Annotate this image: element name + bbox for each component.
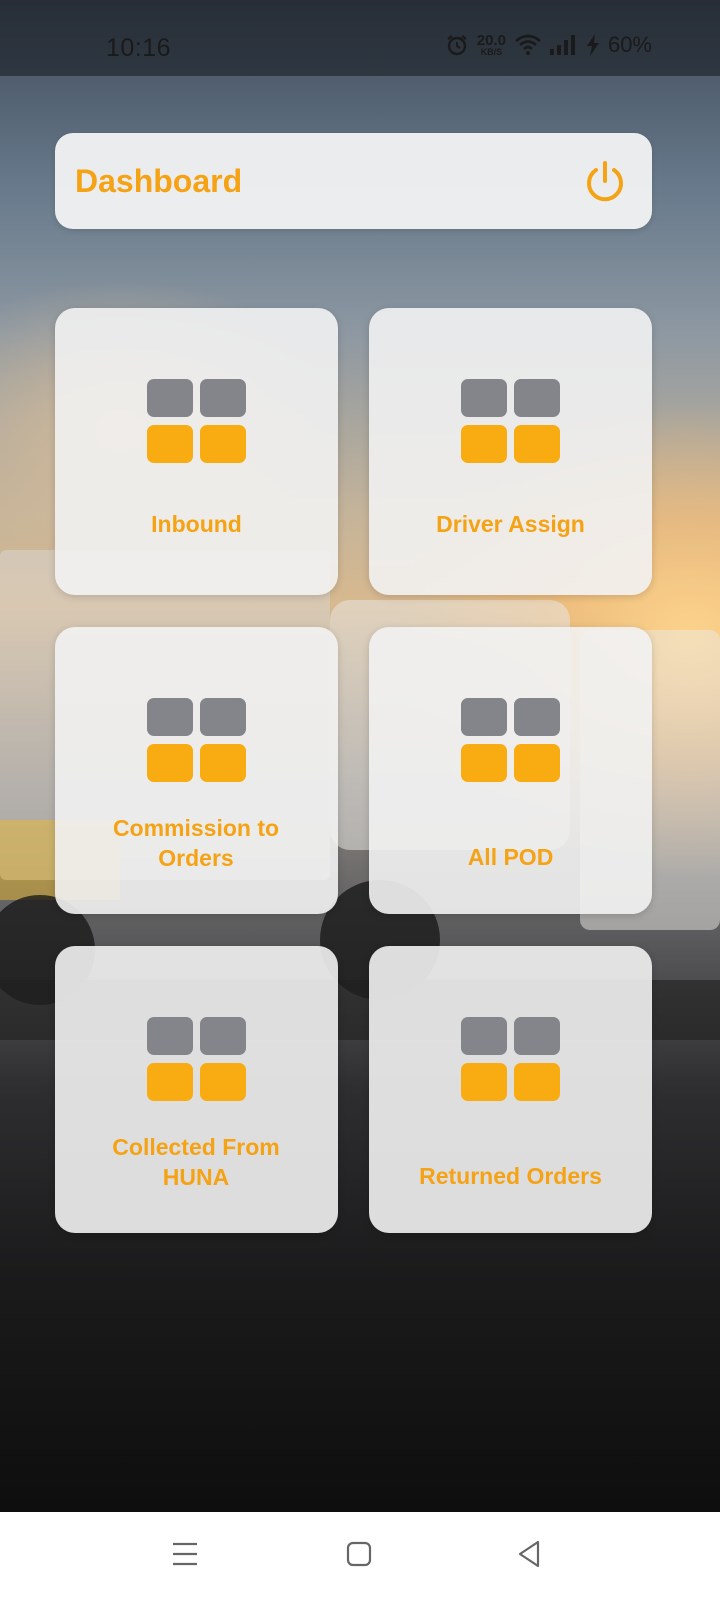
- status-time: 10:16: [106, 34, 172, 62]
- back-icon[interactable]: [510, 1534, 550, 1574]
- grid-icon: [461, 698, 561, 784]
- network-speed-value: 20.0: [476, 32, 506, 49]
- page-title: Dashboard: [75, 163, 243, 199]
- alarm-icon: [447, 35, 467, 56]
- grid-icon: [147, 379, 247, 465]
- tile-label: Inbound: [151, 511, 242, 537]
- system-nav-bar: [0, 1512, 720, 1600]
- tile-returned-orders[interactable]: Returned Orders: [369, 946, 652, 1233]
- tile-driver-assign[interactable]: Driver Assign: [369, 308, 652, 595]
- tile-label: Collected From HUNA: [112, 1134, 280, 1190]
- network-speed-unit: KB/S: [480, 47, 503, 57]
- tile-inbound[interactable]: Inbound: [55, 308, 338, 595]
- dashboard-header: Dashboard: [55, 133, 652, 229]
- grid-icon: [147, 1017, 247, 1103]
- tile-collected-from-huna[interactable]: Collected From HUNA: [55, 946, 338, 1233]
- signal-icon: [549, 35, 575, 55]
- network-speed: 20.0 KB/S: [477, 33, 506, 57]
- tile-all-pod[interactable]: All POD: [369, 627, 652, 914]
- status-icons: 20.0 KB/S 60%: [445, 32, 652, 58]
- menu-icon[interactable]: [165, 1534, 205, 1574]
- grid-icon: [461, 379, 561, 465]
- grid-icon: [147, 698, 247, 784]
- tile-label: All POD: [467, 844, 554, 870]
- charging-icon: [586, 34, 599, 56]
- wifi-icon: [515, 34, 541, 55]
- tile-label: Commission to Orders: [112, 815, 280, 871]
- status-bar: 10:16 20.0 KB/S 60%: [0, 0, 720, 76]
- tile-label: Driver Assign: [436, 511, 585, 537]
- grid-icon: [461, 1017, 561, 1103]
- battery-percent: 60%: [607, 32, 652, 57]
- tile-commission-to-orders[interactable]: Commission to Orders: [55, 627, 338, 914]
- tile-label: Returned Orders: [419, 1163, 602, 1189]
- power-icon[interactable]: [582, 159, 628, 205]
- home-icon[interactable]: [339, 1534, 379, 1574]
